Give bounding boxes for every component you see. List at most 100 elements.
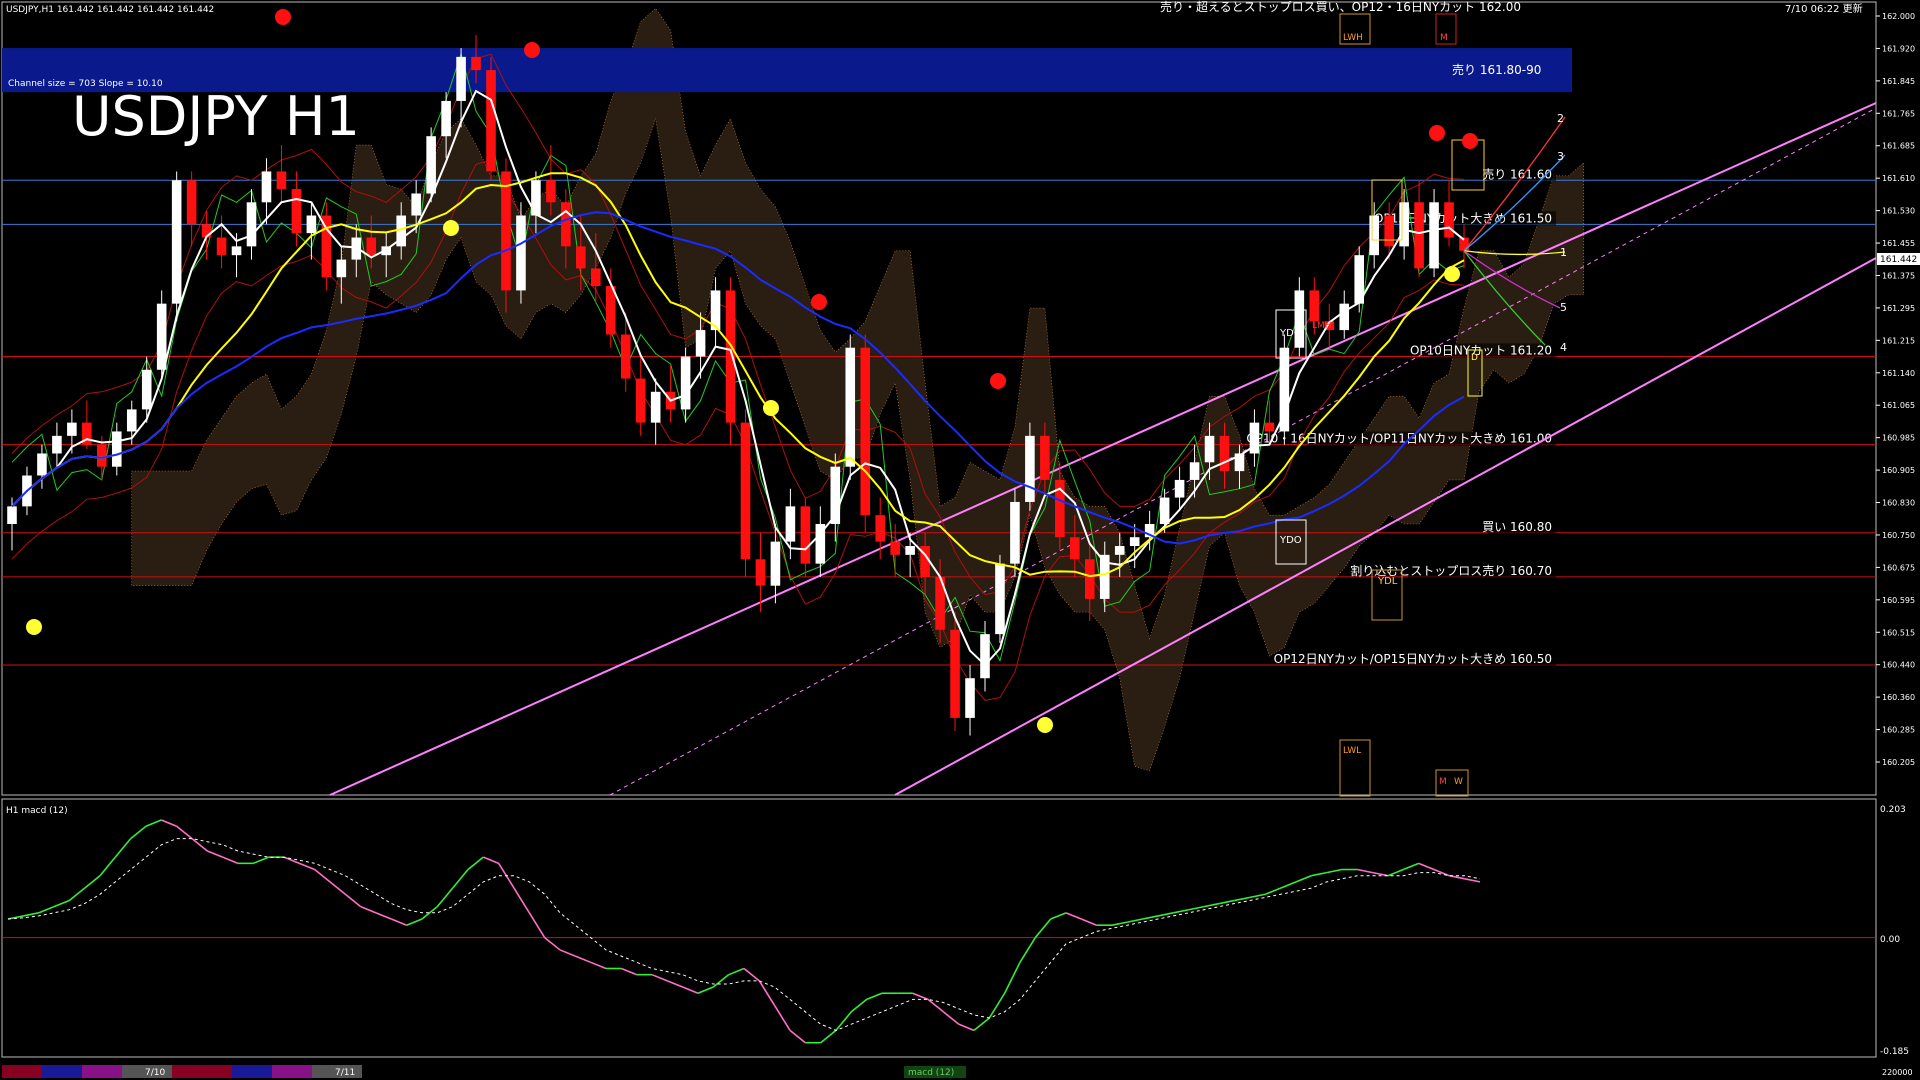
macd-axis-top: 0.203 bbox=[1880, 805, 1906, 815]
candle-body bbox=[1339, 303, 1350, 331]
price-tick-label: 161.530 bbox=[1882, 207, 1915, 216]
candle-body bbox=[800, 506, 811, 564]
candle-body bbox=[995, 563, 1005, 635]
price-tick-label: 161.215 bbox=[1882, 336, 1915, 345]
candle-body bbox=[37, 453, 47, 476]
price-tick-label: 162.000 bbox=[1882, 12, 1915, 21]
candle-body bbox=[1219, 435, 1230, 472]
macd-axis-bottom: -0.185 bbox=[1880, 1047, 1909, 1057]
candle-body bbox=[516, 215, 526, 291]
candle-body bbox=[1129, 537, 1140, 547]
candle-body bbox=[97, 444, 107, 467]
candle-body bbox=[67, 422, 77, 436]
candle-body bbox=[456, 56, 466, 101]
candle-body bbox=[1384, 215, 1394, 247]
svg-text:D: D bbox=[1471, 353, 1478, 363]
price-tick-label: 160.750 bbox=[1882, 531, 1915, 540]
level-label: OP10日NYカット 161.20 bbox=[1410, 344, 1552, 358]
svg-text:W: W bbox=[1454, 777, 1463, 787]
fan-label-4: 4 bbox=[1560, 341, 1567, 354]
bottom-right-label: 220000 bbox=[1882, 1068, 1913, 1077]
candle-body bbox=[845, 347, 856, 467]
candle-body bbox=[561, 202, 571, 247]
candle-body bbox=[725, 290, 736, 423]
price-tick-label: 161.610 bbox=[1882, 174, 1915, 183]
current-price: 161.442 bbox=[1880, 255, 1917, 265]
date-label-2: 7/11 bbox=[335, 1068, 355, 1078]
fan-label-5: 5 bbox=[1560, 301, 1567, 314]
price-tick-label: 160.205 bbox=[1882, 758, 1915, 767]
fan-label-1: 1 bbox=[1560, 246, 1567, 259]
timestamp: 7/10 06:22 更新 bbox=[1785, 2, 1863, 15]
candle-body bbox=[411, 193, 421, 216]
candle-body bbox=[620, 334, 631, 379]
svg-text:LMH: LMH bbox=[1312, 321, 1332, 331]
candle-body bbox=[366, 237, 377, 256]
level-label: OP12日NYカット/OP15日NYカット大きめ 160.50 bbox=[1274, 652, 1552, 666]
candle-body bbox=[156, 303, 167, 370]
candle-body bbox=[890, 541, 900, 555]
candle-body bbox=[186, 180, 197, 225]
candle-body bbox=[1010, 501, 1020, 564]
candle-body bbox=[695, 330, 706, 357]
candle-body bbox=[755, 559, 766, 586]
candle-body bbox=[1429, 202, 1439, 269]
candle-body bbox=[141, 369, 152, 410]
candle-body bbox=[965, 678, 975, 718]
level-label: 売り 161.80-90 bbox=[1452, 62, 1541, 77]
price-tick-label: 161.140 bbox=[1882, 369, 1915, 378]
candle-body bbox=[7, 506, 17, 524]
candle-body bbox=[1204, 435, 1215, 463]
candle-body bbox=[336, 259, 347, 278]
candle-body bbox=[276, 171, 287, 190]
candle-body bbox=[905, 546, 915, 555]
price-tick-label: 160.285 bbox=[1882, 726, 1915, 735]
candle-body bbox=[486, 70, 496, 172]
candle-body bbox=[980, 634, 990, 679]
candle-body bbox=[1414, 202, 1424, 269]
price-tick-label: 160.440 bbox=[1882, 661, 1915, 670]
candle-body bbox=[1070, 537, 1080, 560]
candle-body bbox=[1294, 290, 1305, 348]
price-tick-label: 160.515 bbox=[1882, 628, 1915, 637]
candle-body bbox=[1309, 290, 1320, 322]
macd-axis-zero: 0.00 bbox=[1880, 935, 1900, 945]
candle-body bbox=[261, 171, 272, 203]
price-tick-label: 160.985 bbox=[1882, 434, 1915, 443]
price-tick-label: 161.065 bbox=[1882, 401, 1915, 410]
svg-text:YDC: YDC bbox=[1279, 328, 1301, 339]
date-label-1: 7/10 bbox=[145, 1068, 165, 1078]
svg-text:LWL: LWL bbox=[1343, 746, 1361, 756]
candle-body bbox=[740, 422, 751, 560]
candle-body bbox=[471, 56, 481, 71]
macd-label: H1 macd (12) bbox=[6, 806, 68, 816]
price-tick-label: 161.375 bbox=[1882, 271, 1915, 280]
candle-body bbox=[576, 246, 586, 269]
candle-body bbox=[501, 171, 511, 291]
price-tick-label: 160.675 bbox=[1882, 563, 1915, 572]
level-label: OP10・16日NYカット/OP11日NYカット大きめ 161.00 bbox=[1246, 432, 1552, 446]
top-note: 売り・超えるとストップロス買い、OP12・16日NYカット 162.00 bbox=[1160, 0, 1521, 14]
candle-body bbox=[1159, 497, 1170, 524]
price-tick-label: 161.920 bbox=[1882, 44, 1915, 53]
candle-body bbox=[126, 409, 137, 432]
candle-body bbox=[546, 180, 556, 203]
candle-body bbox=[231, 246, 242, 256]
candle-body bbox=[291, 189, 302, 234]
fan-label-3: 3 bbox=[1557, 150, 1564, 163]
svg-text:YDL: YDL bbox=[1377, 576, 1398, 587]
candle-body bbox=[1084, 559, 1095, 599]
price-tick-label: 160.360 bbox=[1882, 693, 1915, 702]
candle-body bbox=[785, 506, 796, 542]
candle-body bbox=[1114, 546, 1125, 555]
candle-body bbox=[1369, 215, 1379, 256]
candle-body bbox=[52, 435, 62, 454]
candle-body bbox=[1189, 462, 1200, 480]
svg-text:YDO: YDO bbox=[1279, 535, 1302, 546]
chart-canvas[interactable]: 売り 161.80-90売り 161.60OP15日NYカット大きめ 161.5… bbox=[0, 0, 1920, 1080]
price-tick-label: 161.765 bbox=[1882, 109, 1915, 118]
candle-body bbox=[860, 347, 871, 516]
candle-body bbox=[635, 378, 646, 423]
price-tick-label: 160.595 bbox=[1882, 596, 1915, 605]
price-tick-label: 161.295 bbox=[1882, 304, 1915, 313]
